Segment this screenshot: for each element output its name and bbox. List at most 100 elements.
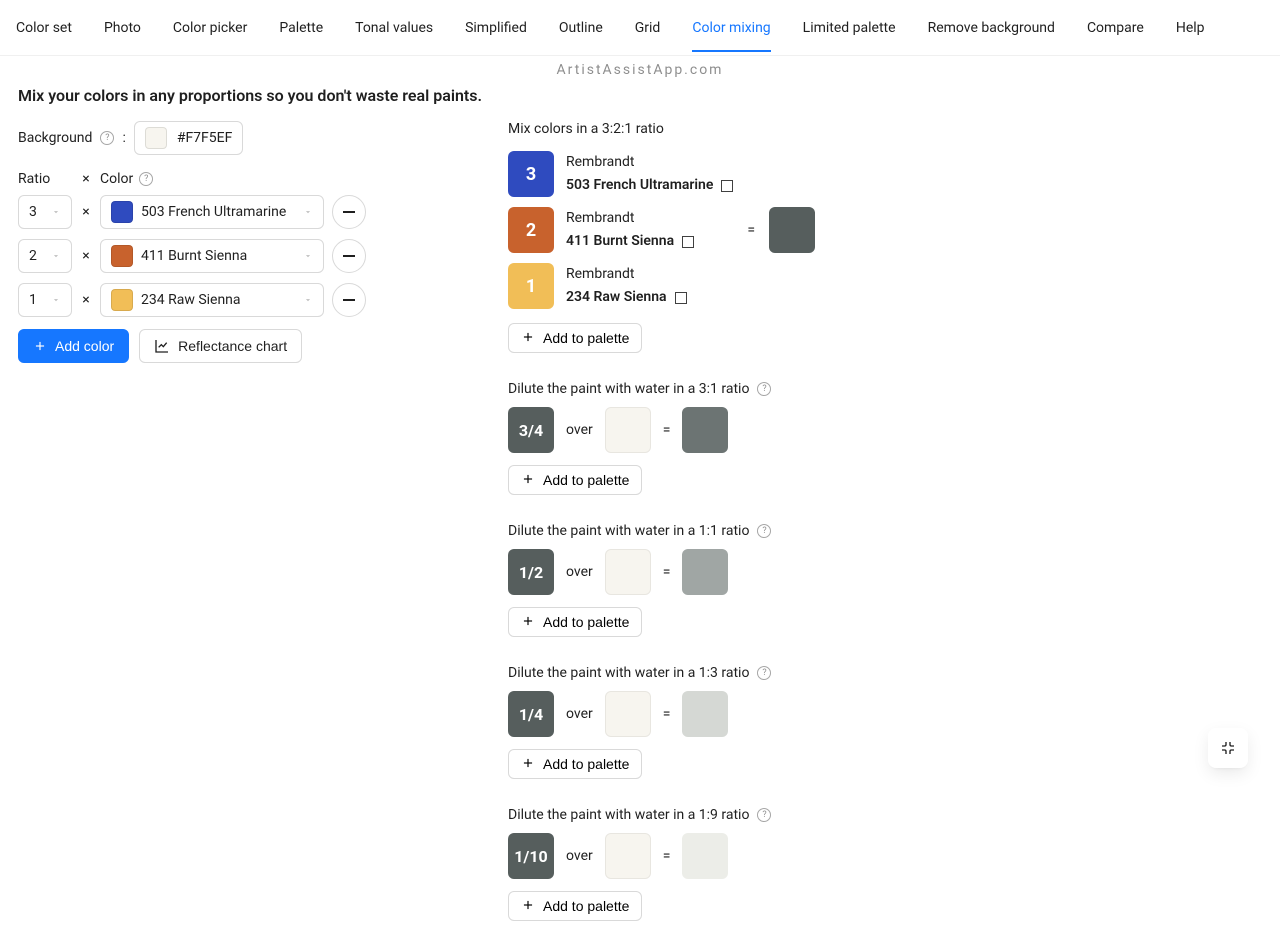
over-text: over xyxy=(566,706,593,722)
bg-swatch xyxy=(605,691,651,737)
tab-limited-palette[interactable]: Limited palette xyxy=(803,4,896,52)
mix-result-swatch xyxy=(769,207,815,253)
bg-swatch xyxy=(605,407,651,453)
remove-button[interactable] xyxy=(332,283,366,317)
help-icon[interactable]: ? xyxy=(757,666,771,680)
tab-color-picker[interactable]: Color picker xyxy=(173,4,247,52)
main-tabs: Color set Photo Color picker Palette Tonal v… xyxy=(0,0,1280,56)
ratio-select[interactable]: 1 xyxy=(18,283,72,317)
minus-icon xyxy=(343,255,355,257)
paint-name: 503 French Ultramarine xyxy=(566,175,733,196)
plus-icon xyxy=(521,472,535,489)
tab-color-mixing[interactable]: Color mixing xyxy=(692,4,770,52)
square-icon xyxy=(721,180,733,192)
ratio-header: Ratio xyxy=(18,171,72,187)
equals-sign: = xyxy=(663,564,671,580)
color-select[interactable]: 503 French Ultramarine xyxy=(100,195,324,229)
plus-icon xyxy=(33,339,47,353)
add-to-palette-button[interactable]: Add to palette xyxy=(508,465,642,495)
help-icon[interactable]: ? xyxy=(757,524,771,538)
tab-remove-background[interactable]: Remove background xyxy=(928,4,1055,52)
fraction-box: 3/4 xyxy=(508,407,554,453)
dilute-section: Dilute the paint with water in a 3:1 rat… xyxy=(508,381,1262,523)
reflectance-chart-button[interactable]: Reflectance chart xyxy=(139,329,302,363)
background-swatch xyxy=(145,127,167,149)
equals-sign: = xyxy=(663,706,671,722)
add-to-palette-button[interactable]: Add to palette xyxy=(508,607,642,637)
help-icon[interactable]: ? xyxy=(139,172,153,186)
compress-icon xyxy=(1220,740,1236,756)
x-sep: × xyxy=(80,204,92,220)
brand-text: Rembrandt xyxy=(566,152,733,173)
add-color-button[interactable]: Add color xyxy=(18,329,129,363)
mix-part: 1 Rembrandt234 Raw Sienna xyxy=(508,263,733,309)
brand: ArtistAssistApp.com xyxy=(0,56,1280,78)
help-icon[interactable]: ? xyxy=(757,382,771,396)
minus-icon xyxy=(343,299,355,301)
dilute-section: Dilute the paint with water in a 1:3 rat… xyxy=(508,665,1262,807)
background-color-input[interactable]: #F7F5EF xyxy=(134,121,244,155)
paint-name: 411 Burnt Sienna xyxy=(566,231,694,252)
remove-button[interactable] xyxy=(332,239,366,273)
add-to-palette-button[interactable]: Add to palette xyxy=(508,323,642,353)
color-select[interactable]: 411 Burnt Sienna xyxy=(100,239,324,273)
tab-grid[interactable]: Grid xyxy=(635,4,661,52)
tab-palette[interactable]: Palette xyxy=(279,4,323,52)
plus-icon xyxy=(521,756,535,773)
help-icon[interactable]: ? xyxy=(757,808,771,822)
ratio-box: 2 xyxy=(508,207,554,253)
mix-part: 3Rembrandt503 French Ultramarine xyxy=(508,151,733,197)
equals-sign: = xyxy=(663,422,671,438)
mix-title: Mix colors in a 3:2:1 ratio xyxy=(508,121,1262,137)
equals-sign: = xyxy=(747,222,755,238)
fraction-box: 1/4 xyxy=(508,691,554,737)
ratio-select[interactable]: 3 xyxy=(18,195,72,229)
tab-tonal-values[interactable]: Tonal values xyxy=(355,4,433,52)
dilute-result-swatch xyxy=(682,549,728,595)
add-to-palette-button[interactable]: Add to palette xyxy=(508,749,642,779)
plus-icon xyxy=(521,898,535,915)
over-text: over xyxy=(566,422,593,438)
dilute-result-swatch xyxy=(682,833,728,879)
dilute-section: Dilute the paint with water in a 1:1 rat… xyxy=(508,523,1262,665)
fullscreen-button[interactable] xyxy=(1208,728,1248,768)
tab-simplified[interactable]: Simplified xyxy=(465,4,527,52)
dilute-title: Dilute the paint with water in a 1:3 rat… xyxy=(508,665,749,681)
bg-swatch xyxy=(605,549,651,595)
tab-color-set[interactable]: Color set xyxy=(16,4,72,52)
tab-photo[interactable]: Photo xyxy=(104,4,141,52)
tab-compare[interactable]: Compare xyxy=(1087,4,1144,52)
x-header: × xyxy=(80,171,92,187)
paint-name: 234 Raw Sienna xyxy=(566,287,687,308)
mix-part: 2Rembrandt411 Burnt Sienna xyxy=(508,207,733,253)
minus-icon xyxy=(343,211,355,213)
color-select[interactable]: 234 Raw Sienna xyxy=(100,283,324,317)
help-icon[interactable]: ? xyxy=(100,131,114,145)
add-to-palette-button[interactable]: Add to palette xyxy=(508,891,642,921)
fraction-box: 1/2 xyxy=(508,549,554,595)
x-sep: × xyxy=(80,292,92,308)
ratio-box: 1 xyxy=(508,263,554,309)
brand-text: Rembrandt xyxy=(566,264,687,285)
square-icon xyxy=(675,292,687,304)
color-header: Color xyxy=(100,171,133,187)
dilute-title: Dilute the paint with water in a 1:1 rat… xyxy=(508,523,749,539)
page-heading: Mix your colors in any proportions so yo… xyxy=(0,78,1280,121)
equals-sign: = xyxy=(663,848,671,864)
x-sep: × xyxy=(80,248,92,264)
dilute-result-swatch xyxy=(682,407,728,453)
dilute-section: Dilute the paint with water in a 1:9 rat… xyxy=(508,807,1262,949)
ratio-select[interactable]: 2 xyxy=(18,239,72,273)
tab-outline[interactable]: Outline xyxy=(559,4,603,52)
dilute-title: Dilute the paint with water in a 1:9 rat… xyxy=(508,807,749,823)
background-hex: #F7F5EF xyxy=(177,130,233,146)
background-label: Background xyxy=(18,130,92,146)
mix-input-row: 2 × 411 Burnt Sienna xyxy=(18,239,408,273)
remove-button[interactable] xyxy=(332,195,366,229)
mix-input-row: 3 × 503 French Ultramarine xyxy=(18,195,408,229)
mix-input-row: 1 × 234 Raw Sienna xyxy=(18,283,408,317)
tab-help[interactable]: Help xyxy=(1176,4,1205,52)
fraction-box: 1/10 xyxy=(508,833,554,879)
chart-icon xyxy=(154,338,170,354)
plus-icon xyxy=(521,330,535,347)
